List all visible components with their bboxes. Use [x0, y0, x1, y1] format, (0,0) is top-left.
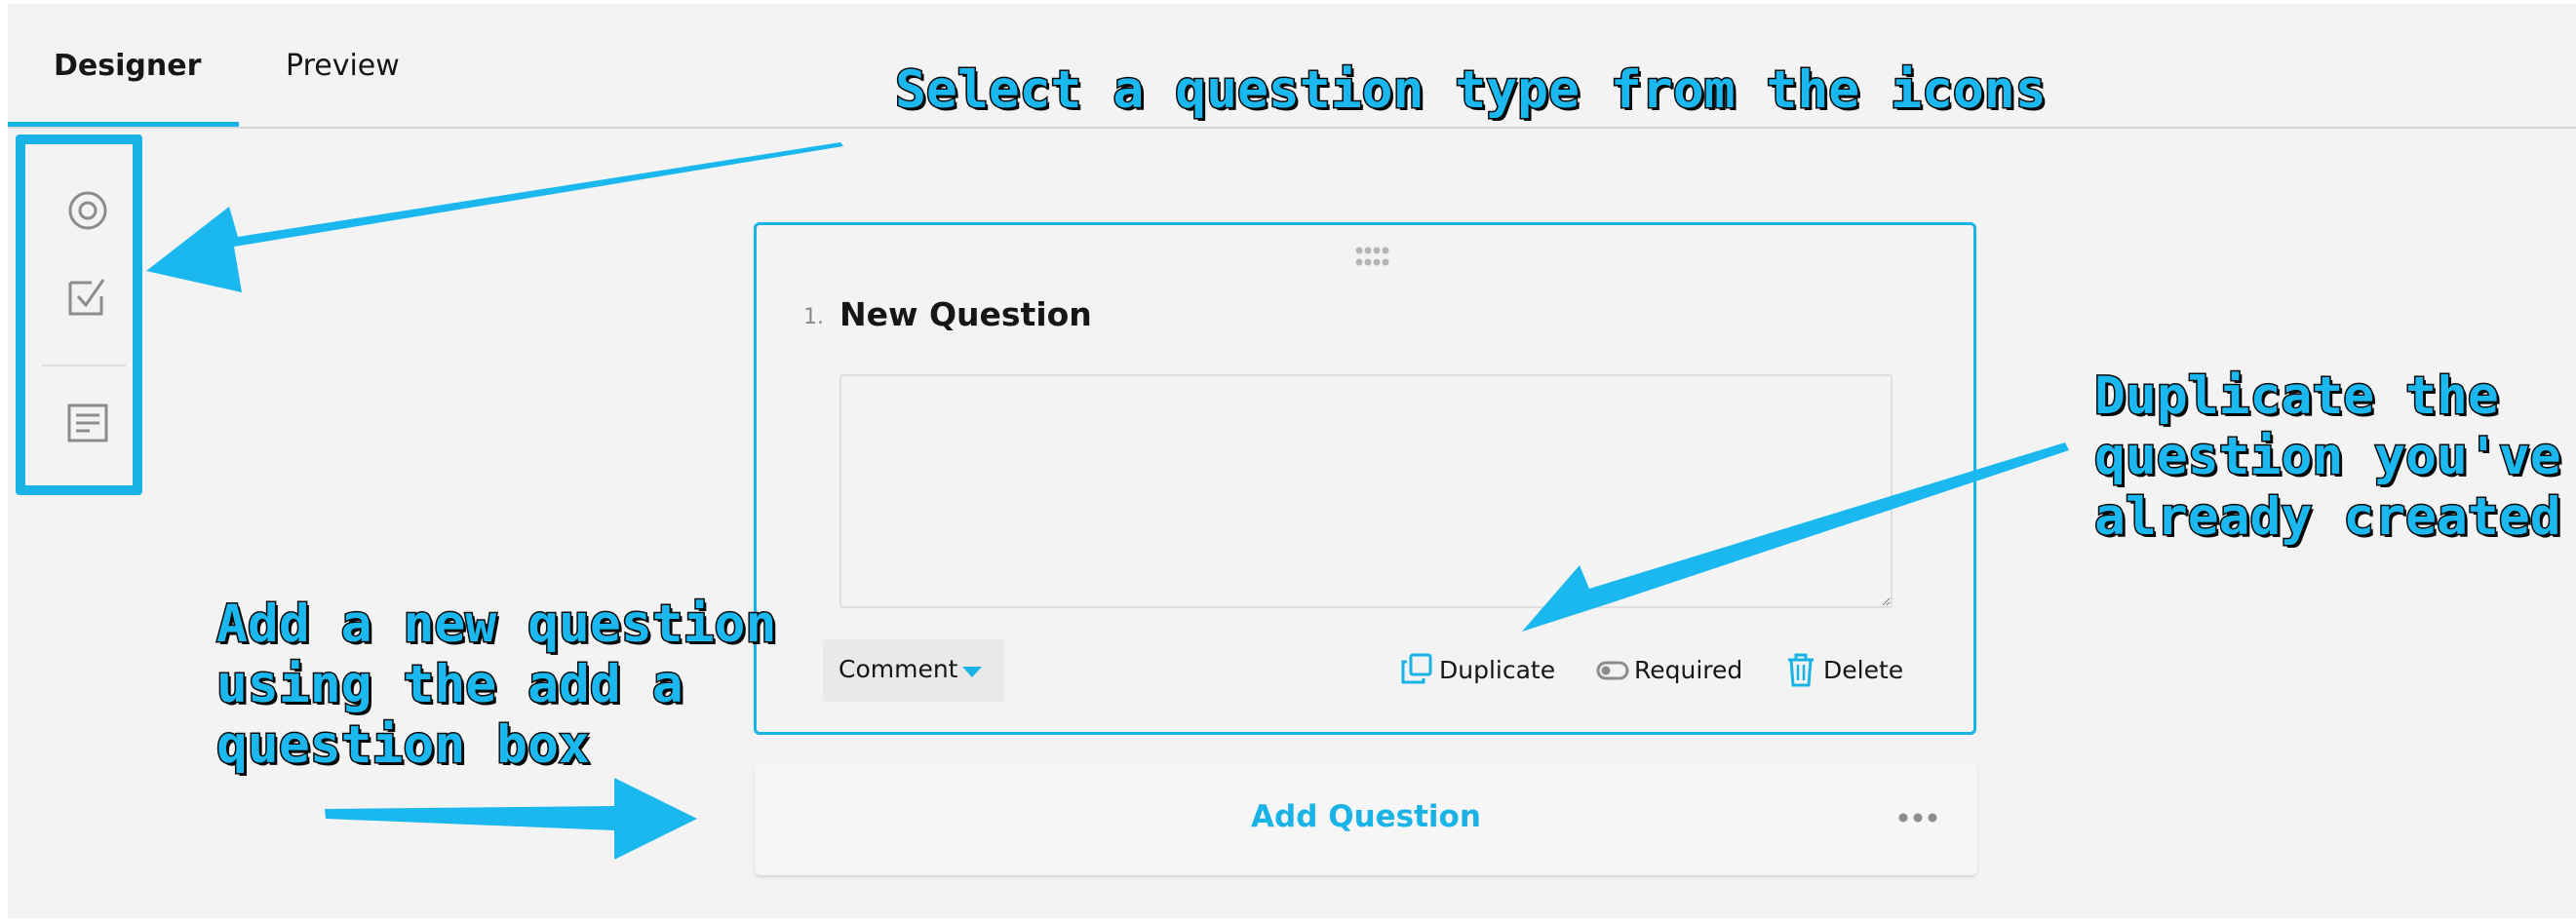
- annotation-add-new: Add a new question using the add a quest…: [215, 594, 777, 777]
- question-toolbox: [16, 134, 142, 495]
- trash-icon: [1788, 653, 1814, 687]
- question-card[interactable]: 1. New Question Comment Duplicate Requir…: [754, 222, 1976, 735]
- required-label: Required: [1634, 656, 1743, 684]
- drag-handle-icon[interactable]: [1355, 247, 1390, 268]
- comment-icon: [67, 403, 108, 442]
- chevron-down-icon: [962, 667, 982, 677]
- toolbox-divider: [42, 365, 126, 366]
- more-options-icon[interactable]: [1897, 811, 1938, 825]
- toggle-off-icon: [1596, 661, 1629, 680]
- duplicate-button[interactable]: Duplicate: [1400, 650, 1566, 689]
- question-title[interactable]: New Question: [839, 295, 1092, 333]
- checkbox-icon: [68, 279, 105, 316]
- comment-answer-field[interactable]: [839, 374, 1893, 608]
- delete-label: Delete: [1823, 656, 1904, 684]
- required-toggle[interactable]: Required: [1595, 650, 1761, 689]
- annotation-duplicate: Duplicate the question you've already cr…: [2093, 365, 2563, 549]
- tab-designer[interactable]: Designer: [54, 49, 201, 83]
- delete-button[interactable]: Delete: [1786, 650, 1913, 689]
- question-type-dropdown[interactable]: Comment: [823, 639, 1004, 702]
- tab-preview[interactable]: Preview: [286, 49, 400, 83]
- duplicate-label: Duplicate: [1439, 656, 1556, 684]
- radiogroup-icon: [68, 191, 107, 230]
- toolbox-item-comment[interactable]: [66, 402, 109, 444]
- add-question-button[interactable]: Add Question: [755, 799, 1977, 834]
- toolbox-item-radiogroup[interactable]: [66, 189, 109, 232]
- question-type-label: Comment: [839, 655, 958, 683]
- active-tab-indicator: [8, 122, 239, 127]
- duplicate-icon: [1401, 653, 1432, 684]
- add-question-box[interactable]: Add Question: [755, 764, 1977, 875]
- question-number: 1.: [803, 305, 824, 329]
- annotation-select-type: Select a question type from the icons: [894, 59, 2049, 122]
- toolbox-item-checkbox[interactable]: [66, 275, 109, 318]
